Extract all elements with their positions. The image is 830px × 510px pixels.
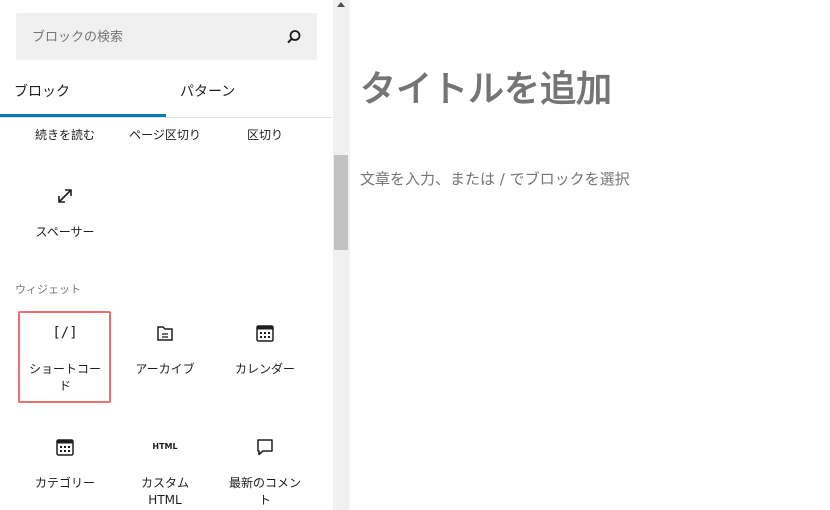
calendar-icon (256, 325, 274, 342)
block-item-latest-comments[interactable]: 最新のコメント (217, 436, 313, 509)
block-label: スペーサー (35, 225, 95, 239)
sidebar-scrollbar[interactable] (333, 0, 350, 510)
block-item-custom-html[interactable]: HTML カスタム HTML (117, 436, 213, 509)
block-search (16, 13, 317, 62)
active-tab-indicator (0, 114, 166, 117)
block-label: カスタム HTML (140, 476, 189, 507)
block-label: アーカイブ (135, 362, 195, 376)
block-item-shortcode[interactable]: [/] ショートコード (17, 322, 113, 395)
html-icon: HTML (152, 442, 178, 451)
block-item-archives[interactable]: アーカイブ (117, 322, 213, 378)
block-label: 区切り (246, 128, 283, 142)
block-item-separator[interactable]: 区切り (217, 127, 313, 144)
block-label: カテゴリー (34, 476, 95, 490)
block-label: 続きを読む (34, 128, 95, 142)
folder-icon (157, 326, 173, 341)
category-icon (56, 439, 74, 456)
post-title-input[interactable]: タイトルを追加 (360, 60, 612, 112)
block-item-calendar[interactable]: カレンダー (217, 322, 313, 378)
tab-blocks[interactable]: ブロック (0, 76, 166, 117)
block-item-page-break[interactable]: ページ区切り (117, 127, 213, 144)
block-inserter-panel: ブロック パターン 続きを読む ページ区切り 区切り スペーサー ウィジェット … (0, 0, 334, 510)
search-icon[interactable] (285, 28, 303, 46)
comment-icon (257, 439, 273, 456)
section-title-widgets: ウィジェット (15, 283, 81, 296)
tab-patterns[interactable]: パターン (166, 76, 333, 117)
block-item-spacer[interactable]: スペーサー (17, 185, 113, 241)
block-item-more[interactable]: 続きを読む (17, 127, 113, 144)
shortcode-icon: [/] (52, 325, 78, 341)
block-label: ショートコード (28, 362, 101, 393)
block-item-categories[interactable]: カテゴリー (17, 436, 113, 492)
editor-canvas: タイトルを追加 文章を入力、または / でブロックを選択 (350, 0, 830, 510)
scroll-thumb[interactable] (334, 155, 348, 250)
resize-arrow-icon (58, 189, 72, 203)
scroll-up-arrow-icon[interactable] (337, 2, 345, 7)
inserter-tabs: ブロック パターン (0, 76, 333, 118)
block-label: カレンダー (234, 362, 295, 376)
block-search-input[interactable] (30, 13, 284, 62)
block-appender[interactable]: 文章を入力、または / でブロックを選択 (360, 168, 630, 189)
block-label: ページ区切り (129, 128, 201, 142)
block-label: 最新のコメント (228, 476, 301, 507)
